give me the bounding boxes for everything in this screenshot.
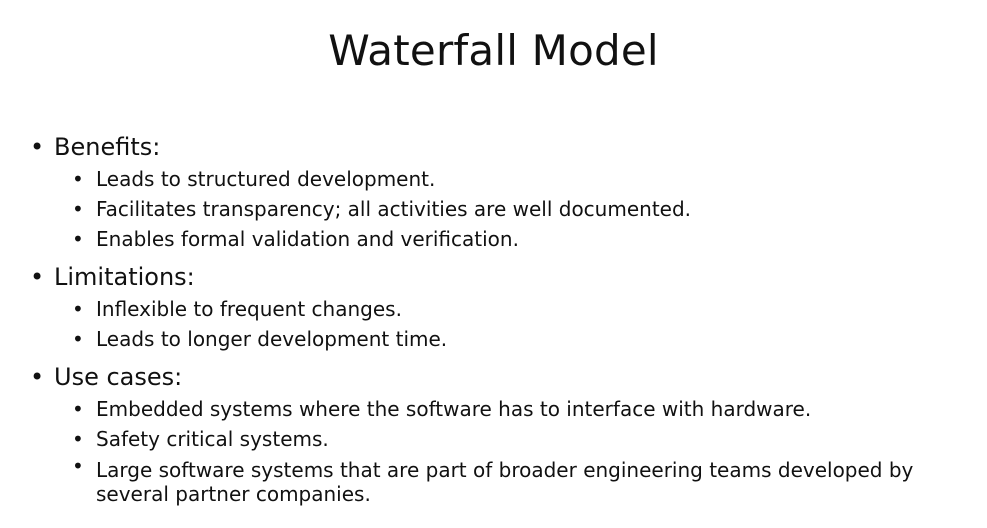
list-item: • Facilitates transparency; all activiti… <box>72 194 960 224</box>
slide: Waterfall Model • Benefits: • Leads to s… <box>0 0 987 528</box>
list-item: • Leads to structured development. <box>72 164 960 194</box>
list-item: • Safety critical systems. <box>72 424 960 454</box>
section-use-cases: • Use cases: • Embedded systems where th… <box>30 360 960 506</box>
list-item-text: Safety critical systems. <box>96 427 329 451</box>
bullet-icon: • <box>30 363 45 391</box>
slide-title: Waterfall Model <box>328 26 659 75</box>
slide-content: • Benefits: • Leads to structured develo… <box>30 130 960 512</box>
bullet-icon: • <box>72 397 84 421</box>
list-item-text: Large software systems that are part of … <box>96 458 914 506</box>
list-item: • Leads to longer development time. <box>72 324 960 354</box>
section-limitations: • Limitations: • Inflexible to frequent … <box>30 260 960 354</box>
list-item: • Embedded systems where the software ha… <box>72 394 960 424</box>
list-item-text: Leads to structured development. <box>96 167 436 191</box>
list-item-text: Enables formal validation and verificati… <box>96 227 519 251</box>
use-cases-list: • Embedded systems where the software ha… <box>72 394 960 506</box>
bullet-icon: • <box>30 133 45 161</box>
list-item-text: Facilitates transparency; all activities… <box>96 197 692 221</box>
list-item-text: Embedded systems where the software has … <box>96 397 812 421</box>
bullet-icon: • <box>72 167 84 191</box>
section-heading: Use cases: <box>54 363 183 391</box>
bullet-icon: • <box>30 263 45 291</box>
limitations-list: • Inflexible to frequent changes. • Lead… <box>72 294 960 354</box>
bullet-icon: • <box>72 327 84 351</box>
section-heading: Benefits: <box>54 133 161 161</box>
benefits-list: • Leads to structured development. • Fac… <box>72 164 960 254</box>
section-benefits: • Benefits: • Leads to structured develo… <box>30 130 960 254</box>
section-list: • Benefits: • Leads to structured develo… <box>30 130 960 506</box>
list-item: • Enables formal validation and verifica… <box>72 224 960 254</box>
section-heading: Limitations: <box>54 263 195 291</box>
list-item-text: Leads to longer development time. <box>96 327 448 351</box>
bullet-icon: • <box>72 427 84 451</box>
bullet-icon: • <box>72 227 84 251</box>
list-item: • Large software systems that are part o… <box>72 454 960 506</box>
bullet-icon: • <box>72 297 84 321</box>
list-item-text: Inflexible to frequent changes. <box>96 297 402 321</box>
bullet-icon: • <box>72 454 84 478</box>
list-item: • Inflexible to frequent changes. <box>72 294 960 324</box>
bullet-icon: • <box>72 197 84 221</box>
